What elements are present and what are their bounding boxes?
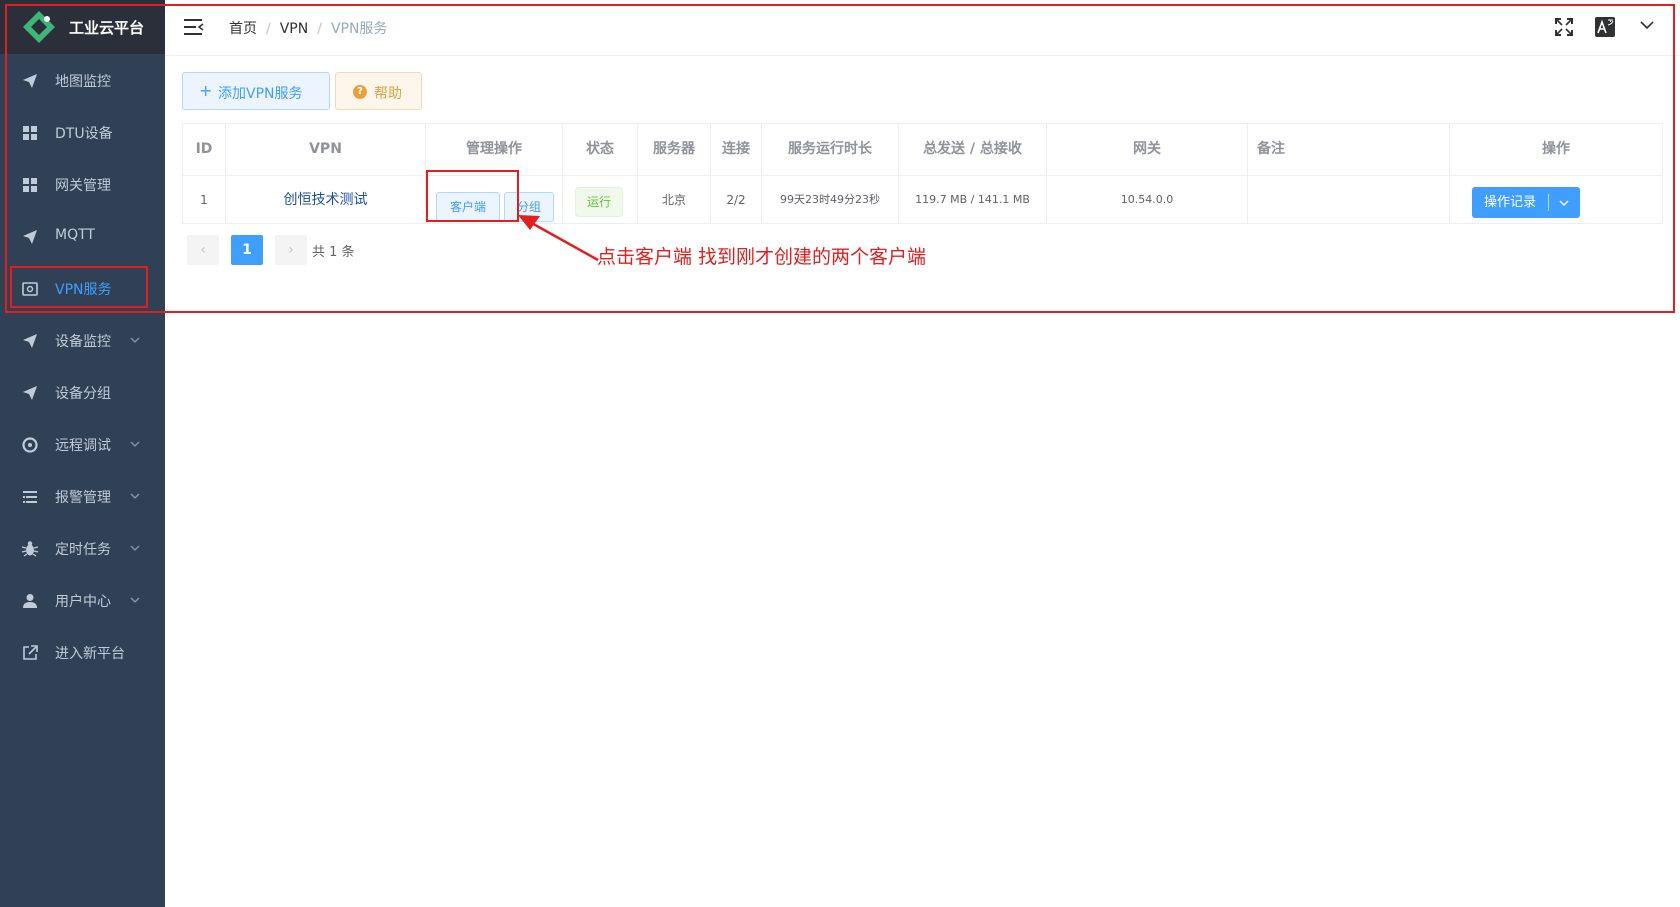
chevron-down-icon	[130, 597, 140, 603]
chevron-down-icon	[130, 441, 140, 447]
sidebar-item-label: 远程调试	[55, 438, 111, 454]
sidebar-item-new-platform[interactable]: 进入新平台	[0, 627, 165, 679]
sidebar-item-label: 用户中心	[55, 594, 111, 610]
external-link-icon	[23, 645, 38, 660]
sidebar-item-label: 定时任务	[55, 542, 111, 558]
list-icon	[23, 491, 37, 503]
sidebar-item-label: 报警管理	[55, 490, 111, 506]
sidebar-item-alarm-management[interactable]: 报警管理	[0, 471, 165, 523]
send-icon	[23, 334, 37, 348]
send-icon	[23, 386, 37, 400]
sidebar-item-label: 设备分组	[55, 386, 111, 402]
chevron-down-icon	[130, 337, 140, 343]
bug-icon	[21, 541, 39, 557]
sidebar-item-device-monitor[interactable]: 设备监控	[0, 315, 165, 367]
sidebar-item-scheduled-tasks[interactable]: 定时任务	[0, 523, 165, 575]
sidebar-item-device-group[interactable]: 设备分组	[0, 367, 165, 419]
annotation-box-sidebar	[10, 266, 148, 308]
sidebar-item-user-center[interactable]: 用户中心	[0, 575, 165, 627]
sidebar-item-remote-debug[interactable]: 远程调试	[0, 419, 165, 471]
target-icon	[22, 437, 38, 453]
user-icon	[23, 594, 37, 608]
chevron-down-icon	[130, 545, 140, 551]
sidebar-item-label: 进入新平台	[55, 646, 125, 662]
sidebar-item-label: 设备监控	[55, 334, 111, 350]
annotation-text: 点击客户端 找到刚才创建的两个客户端	[597, 246, 927, 268]
annotation-box-client	[426, 170, 519, 222]
chevron-down-icon	[130, 493, 140, 499]
annotation-arrow-icon	[518, 215, 599, 262]
